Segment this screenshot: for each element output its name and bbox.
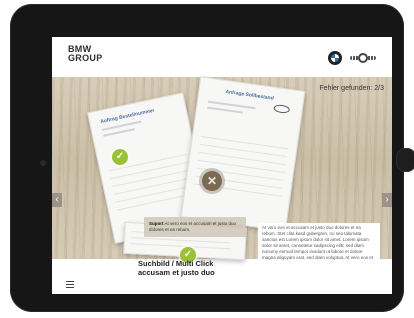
bmw-roundel-icon (328, 51, 342, 65)
menu-icon[interactable] (66, 281, 74, 288)
brand-icons (328, 51, 376, 65)
mini-stamp-icon (273, 103, 291, 115)
document-request-title: Anfrage Sollbestand (225, 88, 275, 102)
mini-logo-icon (350, 53, 376, 63)
front-camera (40, 160, 46, 166)
check-icon[interactable]: ✓ (112, 149, 128, 165)
home-button[interactable] (396, 148, 414, 172)
close-icon[interactable]: ✕ (202, 171, 222, 191)
chevron-right-icon[interactable]: › (382, 193, 392, 207)
document-request[interactable]: Anfrage Sollbestand (180, 76, 306, 232)
caption-line-1: Suchbild / Multi Click (138, 259, 214, 268)
slide-caption: Suchbild / Multi Click accusam et justo … (138, 259, 248, 277)
top-bar: BMW GROUP (52, 37, 392, 77)
chevron-left-icon[interactable]: ‹ (52, 193, 62, 207)
hint-tooltip: Suport At vero eos et accusam et justo d… (144, 217, 246, 237)
app-screen: BMW GROUP Fehler gefunden: 2/3 Auftrag B… (52, 37, 392, 294)
hint-label: Suport (149, 221, 164, 226)
bmw-group-logo: BMW GROUP (68, 44, 103, 63)
caption-line-2: accusam et justo duo (138, 268, 215, 277)
description-text: At vero eos et accusam et justo duo dolo… (258, 223, 380, 285)
errors-found-counter: Fehler gefunden: 2/3 (319, 85, 384, 92)
